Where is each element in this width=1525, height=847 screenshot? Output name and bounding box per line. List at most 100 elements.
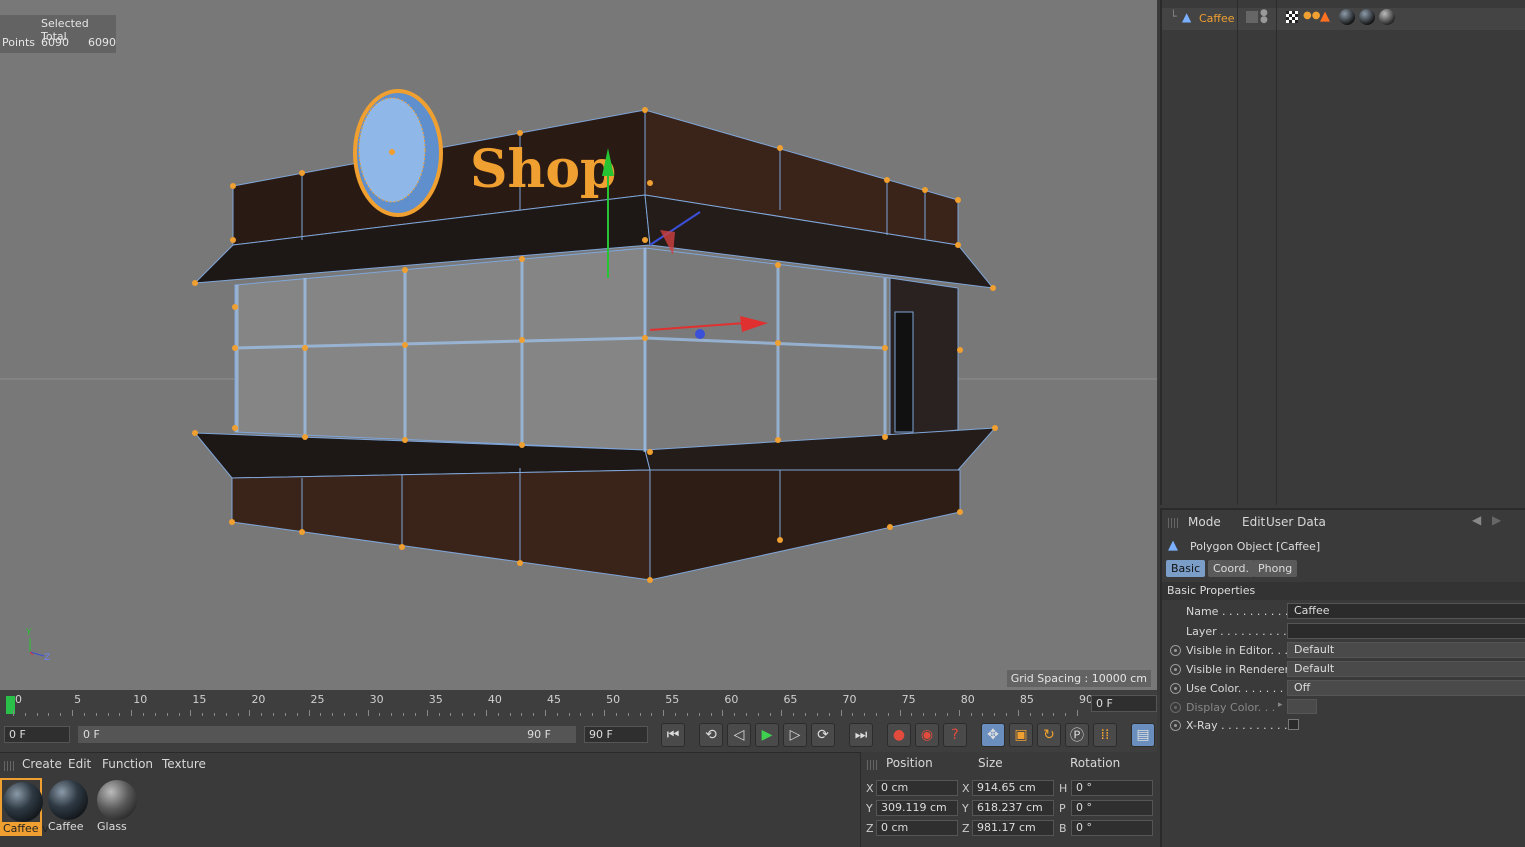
material-tag-icon[interactable] [1359, 9, 1375, 25]
panel-grip-icon[interactable] [4, 761, 16, 771]
axis-label: X [962, 782, 970, 795]
timeline-tick [332, 713, 334, 716]
panel-grip-icon[interactable] [1168, 518, 1180, 528]
step-forward-icon[interactable]: ▷ [783, 723, 807, 747]
material-tag-icon[interactable] [1379, 9, 1395, 25]
start-frame-field[interactable]: 0 F [4, 726, 70, 743]
selection-tag-icon[interactable]: ●● [1303, 10, 1320, 21]
menu-create[interactable]: Create [22, 757, 62, 771]
back-arrow-icon[interactable]: ◀ [1472, 513, 1481, 527]
object-name[interactable]: Caffee [1199, 12, 1235, 25]
xray-checkbox[interactable] [1288, 719, 1299, 730]
animate-radio-icon[interactable] [1170, 683, 1181, 694]
timeline-ruler[interactable]: 0 5 10 15 20 25 30 35 40 45 50 55 60 65 70 75 80 85 90 0 F [0, 690, 1157, 718]
position-y-field[interactable]: 309.119 cm [876, 800, 958, 816]
material-label: Caffee [48, 820, 84, 833]
go-to-start-icon[interactable]: ⏮ [661, 723, 685, 747]
prop-use-color-label: Use Color. . . . . . . . [1186, 682, 1291, 695]
timeline-tick [13, 710, 14, 716]
timeline-icon[interactable]: ▤ [1131, 723, 1155, 747]
timeline-tick [414, 713, 416, 716]
axis-label: Y [866, 802, 873, 815]
position-x-field[interactable]: 0 cm [876, 780, 958, 796]
viewport-scene[interactable]: Shop Y Z [0, 0, 1157, 690]
menu-edit[interactable]: Edit [1242, 515, 1265, 529]
svg-text:Z: Z [44, 653, 50, 663]
timeline-tick [805, 713, 807, 716]
timeline-tick [95, 713, 97, 716]
material-tag-icon[interactable] [1339, 9, 1355, 25]
animate-radio-icon[interactable] [1170, 664, 1181, 675]
autokey-icon[interactable]: ◉ [915, 723, 939, 747]
tab-phong[interactable]: Phong [1253, 560, 1298, 577]
menu-mode[interactable]: Mode [1188, 515, 1221, 529]
timeline-tick [521, 713, 523, 716]
forward-arrow-icon[interactable]: ▶ [1492, 513, 1501, 527]
rotate-icon[interactable]: ↻ [1037, 723, 1061, 747]
material-preview [48, 780, 88, 820]
timeline-tick [793, 713, 795, 716]
rotation-h-field[interactable]: 0 ° [1071, 780, 1153, 796]
timeline-tick [509, 713, 511, 716]
timeline-tick [107, 713, 109, 716]
scale-icon[interactable]: ▣ [1009, 723, 1033, 747]
end-frame-field[interactable]: 90 F [584, 726, 648, 743]
size-y-field[interactable]: 618.237 cm [972, 800, 1054, 816]
timeline-tick [284, 713, 286, 716]
animate-radio-icon[interactable] [1170, 645, 1181, 656]
timeline-tick [83, 713, 85, 716]
world-axis-indicator: Y Z [25, 628, 50, 663]
material-caffee[interactable]: Caffee [47, 778, 89, 836]
layer-field[interactable] [1287, 623, 1525, 639]
use-color-select[interactable]: Off [1287, 680, 1525, 696]
previous-key-icon[interactable]: ⟲ [699, 723, 723, 747]
next-key-icon[interactable]: ⟳ [811, 723, 835, 747]
animate-radio-icon[interactable] [1170, 720, 1181, 731]
timeline-tick-label: 20 [251, 693, 266, 706]
uvw-tag-icon[interactable] [1286, 11, 1298, 23]
phong-tag-icon[interactable]: ▲ [1320, 9, 1330, 24]
point-level-icon[interactable]: ⁞⁞ [1093, 723, 1117, 747]
size-z-field[interactable]: 981.17 cm [972, 820, 1054, 836]
layer-icon[interactable] [1246, 11, 1258, 23]
tab-coord[interactable]: Coord. [1208, 560, 1254, 577]
tab-basic[interactable]: Basic [1166, 560, 1206, 577]
timeline-tick [686, 713, 688, 716]
step-back-icon[interactable]: ◁ [727, 723, 751, 747]
visible-in-renderer-select[interactable]: Default [1287, 661, 1525, 677]
display-color-swatch [1287, 699, 1317, 714]
record-icon[interactable]: ● [887, 723, 911, 747]
go-to-end-icon[interactable]: ⏭ [849, 723, 873, 747]
range-slider[interactable]: 0 F 90 F [78, 726, 576, 743]
play-icon[interactable]: ▶ [755, 723, 779, 747]
parameter-icon[interactable]: Ⓟ [1065, 723, 1089, 747]
menu-edit[interactable]: Edit [68, 757, 91, 771]
material-caffee-v[interactable]: Caffee v [0, 778, 49, 836]
material-glass[interactable]: Glass [96, 778, 138, 836]
range-end-label: 90 F [527, 728, 551, 741]
name-field[interactable]: Caffee [1287, 603, 1525, 619]
shop-building-model[interactable]: Shop [192, 89, 998, 583]
timeline-tick [143, 713, 145, 716]
menu-function[interactable]: Function [102, 757, 153, 771]
menu-texture[interactable]: Texture [162, 757, 206, 771]
3d-viewport[interactable]: Shop Y Z Selected Total Points 6090 6090 [0, 0, 1157, 690]
object-row[interactable]: └ ▲ Caffee ● ● ●● ▲ [1162, 8, 1525, 30]
panel-grip-icon[interactable] [867, 760, 879, 770]
move-icon[interactable]: ✥ [981, 723, 1005, 747]
visibility-dots-icon[interactable]: ● ● [1260, 9, 1268, 25]
timeline-tick-label: 45 [547, 693, 561, 706]
animate-radio-icon [1170, 702, 1181, 713]
position-z-field[interactable]: 0 cm [876, 820, 958, 836]
timeline-tick [840, 710, 842, 716]
keyframe-selection-icon[interactable]: ? [943, 723, 967, 747]
timeline-tick [663, 710, 665, 716]
size-x-field[interactable]: 914.65 cm [972, 780, 1054, 796]
prop-layer-label: Layer . . . . . . . . . . . . [1186, 625, 1301, 638]
menu-user-data[interactable]: User Data [1266, 515, 1326, 529]
visible-in-editor-select[interactable]: Default [1287, 642, 1525, 658]
rotation-b-field[interactable]: 0 ° [1071, 820, 1153, 836]
current-frame-field[interactable]: 0 F [1091, 695, 1157, 712]
timeline-tick [474, 713, 476, 716]
rotation-p-field[interactable]: 0 ° [1071, 800, 1153, 816]
